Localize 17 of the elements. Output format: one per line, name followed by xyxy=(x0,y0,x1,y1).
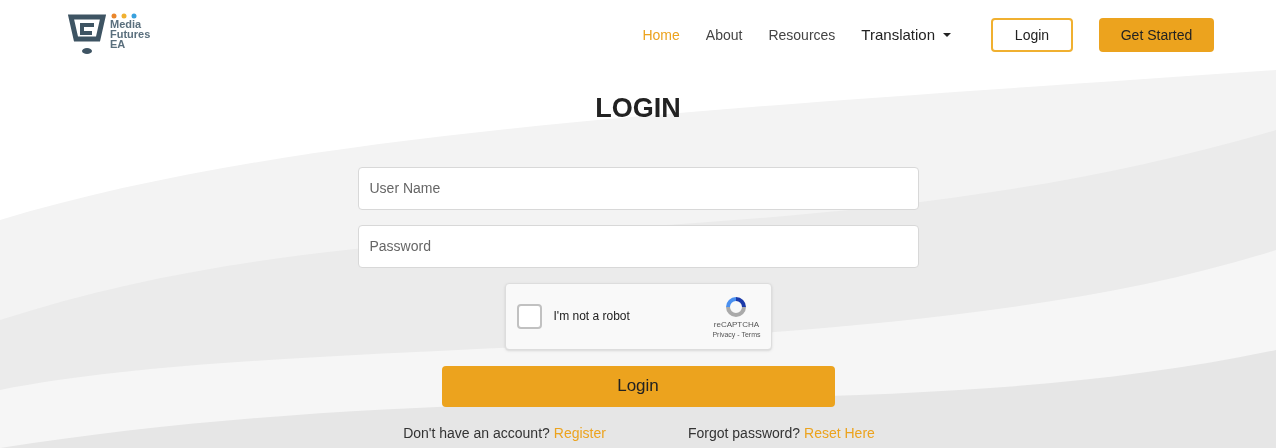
submit-button[interactable]: Login xyxy=(441,365,835,407)
logo-text: Media Futures EA xyxy=(110,19,151,49)
nav-link[interactable]: Translation xyxy=(861,23,951,47)
nav-link[interactable]: About xyxy=(705,24,743,46)
footer-text: Don't have an account? xyxy=(403,423,550,443)
footer-text: Forgot password? xyxy=(687,423,801,443)
input-field[interactable]: User Name xyxy=(357,166,919,210)
caret-icon xyxy=(943,33,951,37)
logo-icon xyxy=(68,13,106,57)
nav-link[interactable]: Resources xyxy=(768,24,836,46)
input-field[interactable]: Password xyxy=(357,224,919,268)
page-title: LOGIN xyxy=(595,92,681,125)
recaptcha-brand: reCAPTCHA xyxy=(713,319,760,330)
checkbox[interactable] xyxy=(516,303,542,329)
login-button[interactable]: Login xyxy=(991,18,1073,52)
captcha-label: I'm not a robot xyxy=(553,308,630,325)
get-started-button[interactable]: Get Started xyxy=(1099,18,1214,52)
